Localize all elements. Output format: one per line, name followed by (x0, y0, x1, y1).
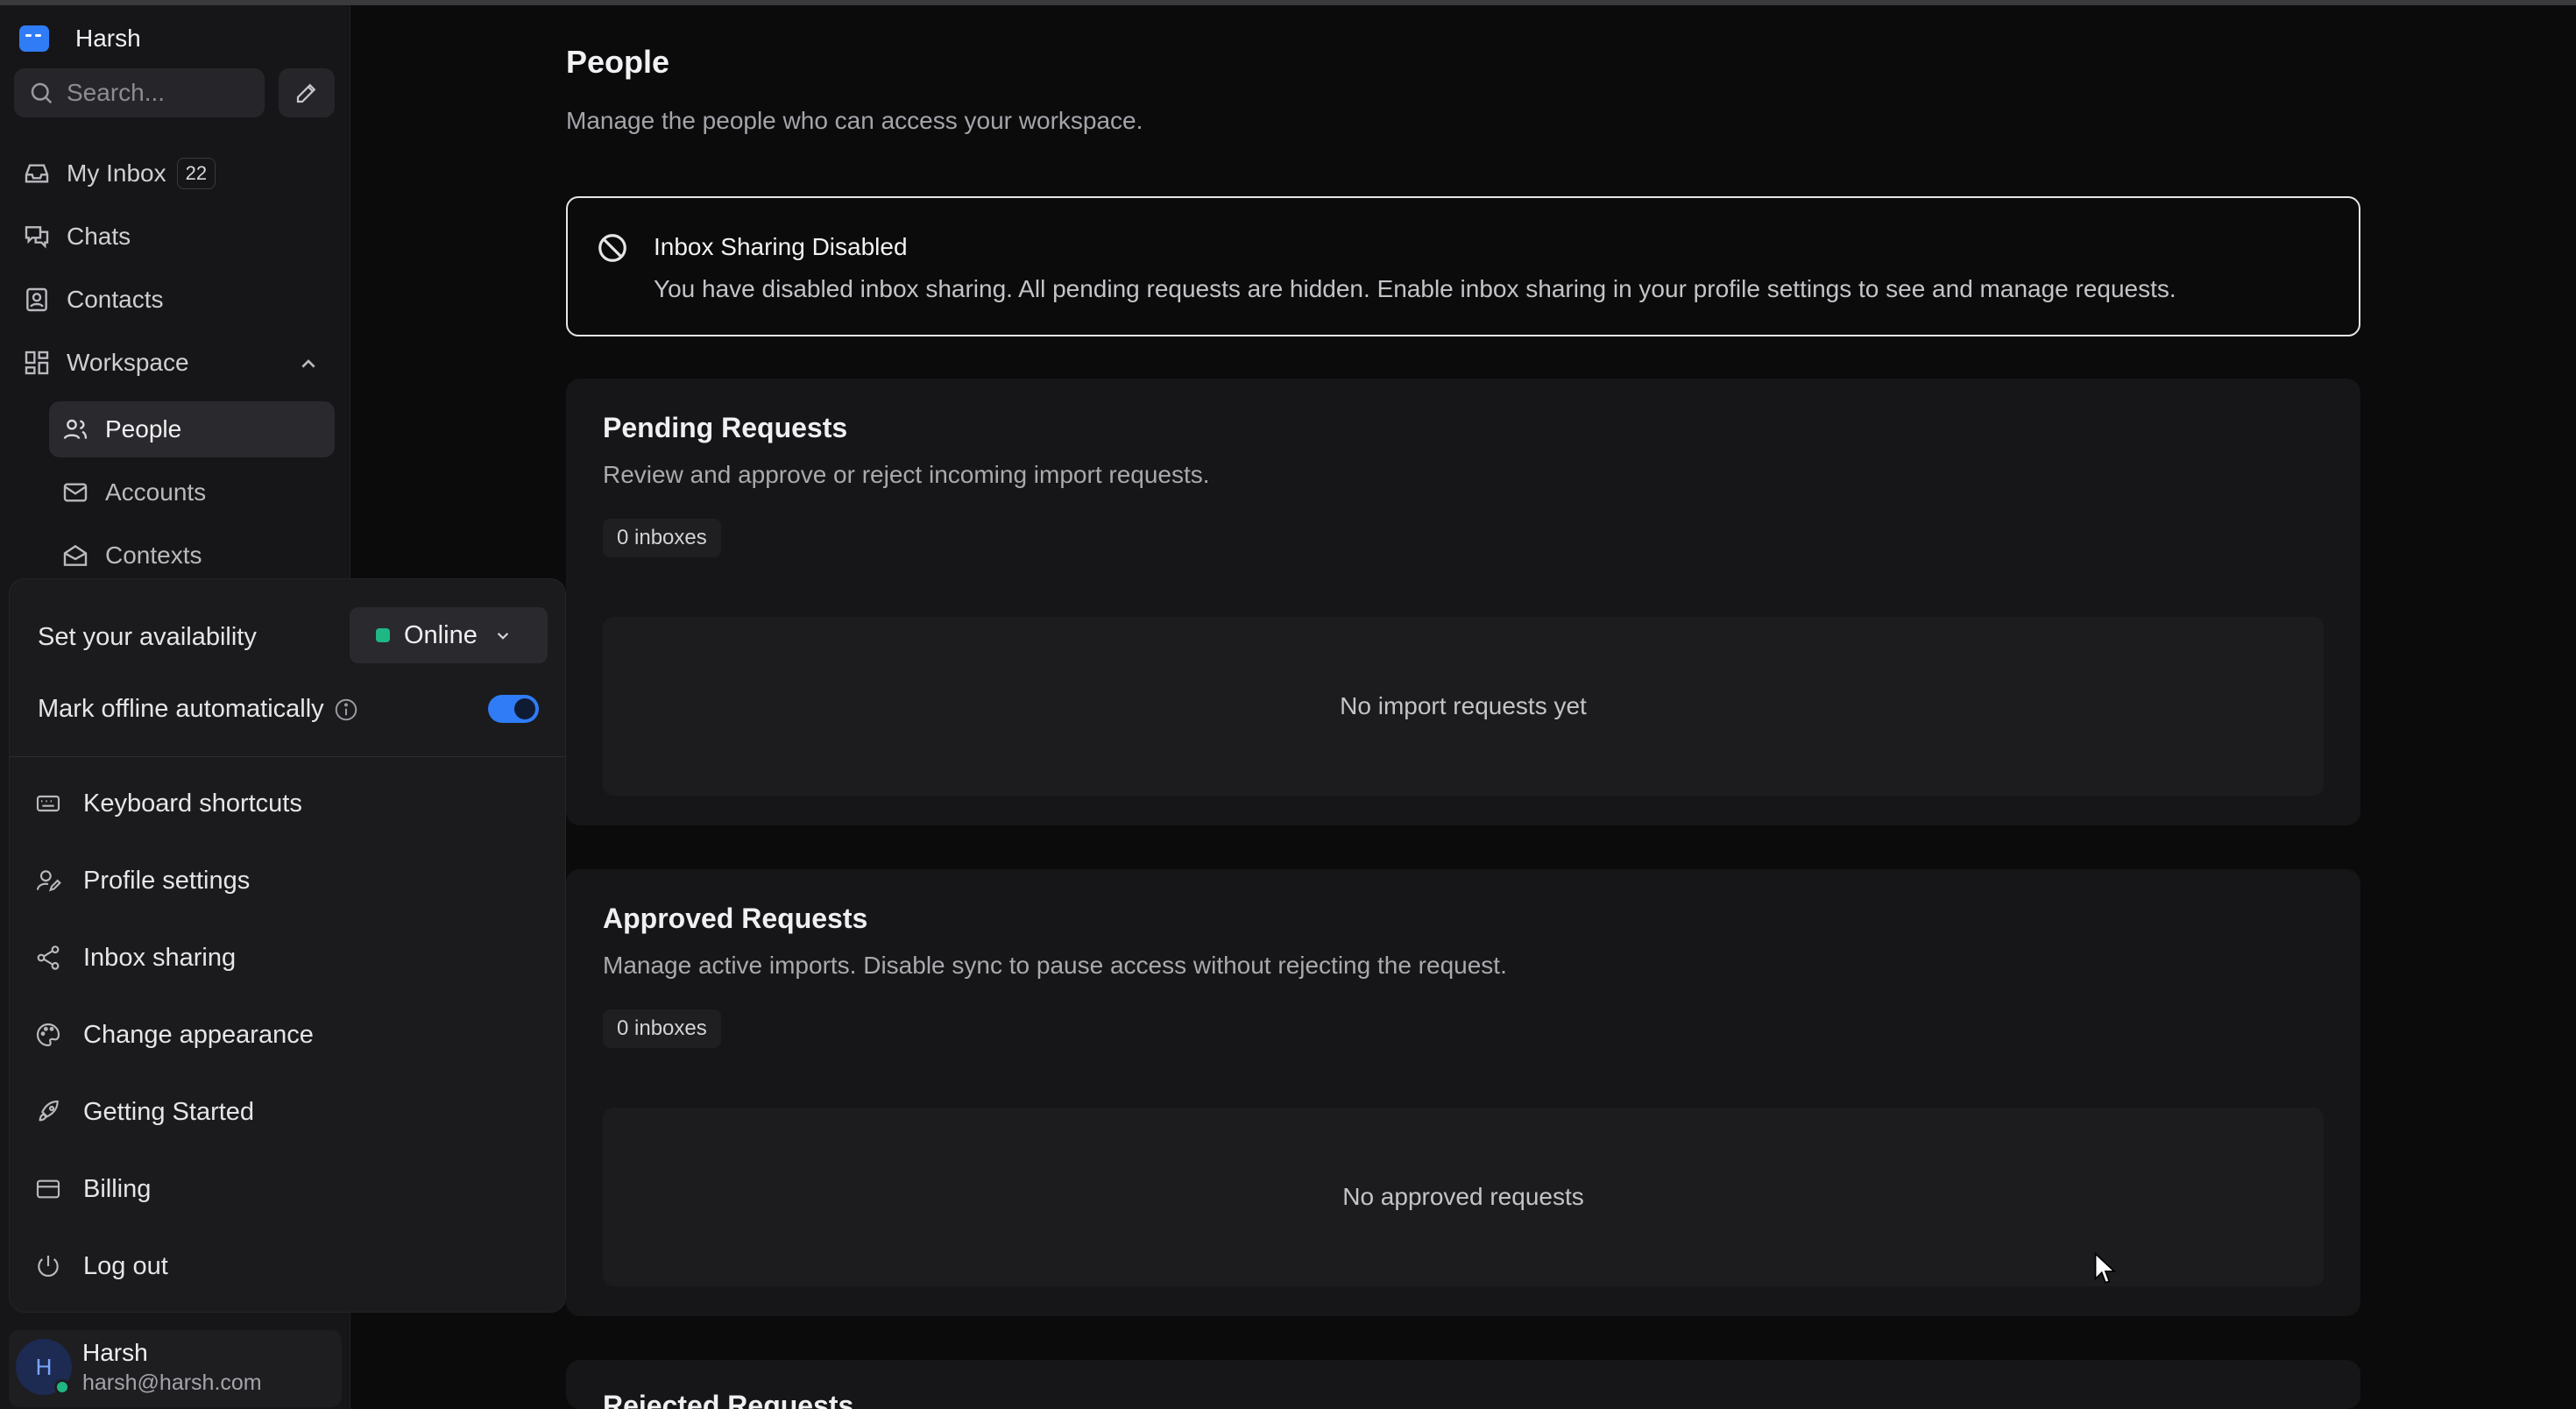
auto-offline-toggle[interactable] (488, 695, 539, 723)
app-logo-icon (19, 25, 49, 52)
power-icon (38, 1256, 59, 1278)
chevron-up-icon[interactable] (294, 350, 322, 379)
menu-change-appearance[interactable]: Change appearance (34, 1007, 542, 1063)
nav-label: My Inbox (67, 159, 166, 187)
nav-label: Workspace (67, 349, 189, 376)
user-menu-popup: Set your availability Online Mark offlin… (9, 578, 566, 1313)
nav-workspace[interactable]: Workspace (14, 336, 335, 389)
approved-requests-card: Approved Requests Manage active imports.… (566, 869, 2360, 1316)
window-top-border (0, 0, 2576, 5)
info-icon[interactable] (333, 697, 359, 723)
people-icon (63, 419, 88, 440)
online-status-dot (54, 1379, 70, 1395)
nav-label: Chats (67, 223, 131, 250)
compose-button[interactable] (279, 68, 335, 117)
mouse-cursor-icon (2094, 1251, 2117, 1284)
inbox-sharing-alert: Inbox Sharing Disabled You have disabled… (566, 196, 2360, 336)
nav-chats[interactable]: Chats (14, 210, 335, 263)
contacts-icon (26, 287, 47, 312)
pending-requests-card: Pending Requests Review and approve or r… (566, 379, 2360, 825)
credit-card-icon (36, 1179, 60, 1199)
workspace-item-label: Accounts (105, 478, 207, 506)
palette-icon (36, 1023, 60, 1047)
page-subtitle: Manage the people who can access your wo… (566, 107, 1143, 134)
grid-icon (25, 350, 49, 375)
keyboard-icon (36, 795, 60, 812)
workspace-brand[interactable]: Harsh (19, 18, 141, 60)
rocket-icon (39, 1100, 59, 1122)
alert-text: You have disabled inbox sharing. All pen… (654, 275, 2176, 302)
page-title: People (566, 44, 670, 80)
auto-offline-label: Mark offline automatically (38, 695, 324, 723)
menu-keyboard-shortcuts[interactable]: Keyboard shortcuts (34, 775, 542, 832)
workspace-item-contexts[interactable]: Contexts (49, 527, 335, 584)
workspace-item-label: People (105, 415, 182, 443)
empty-state: No import requests yet (603, 617, 2324, 796)
menu-billing[interactable]: Billing (34, 1161, 542, 1217)
chevron-down-icon (497, 633, 509, 640)
inbox-count-chip: 0 inboxes (603, 1009, 721, 1048)
user-profile-button[interactable]: H Harsh harsh@harsh.com (9, 1330, 342, 1407)
workspace-name: Harsh (75, 25, 141, 52)
inbox-count-badge: 22 (176, 158, 216, 189)
share-icon (37, 945, 60, 970)
availability-label: Set your availability (38, 623, 257, 651)
nav-label: Contacts (67, 286, 164, 313)
pencil-icon (296, 83, 316, 103)
menu-profile-settings[interactable]: Profile settings (34, 853, 542, 909)
menu-inbox-sharing[interactable]: Inbox sharing (34, 930, 542, 986)
menu-item-label: Getting Started (83, 1097, 255, 1126)
card-title: Rejected Requests (603, 1390, 854, 1409)
availability-value: Online (404, 620, 478, 649)
search-box[interactable] (14, 68, 265, 117)
menu-item-label: Billing (83, 1174, 152, 1203)
alert-title: Inbox Sharing Disabled (654, 233, 908, 260)
nav-my-inbox[interactable]: My Inbox 22 (14, 147, 335, 200)
menu-log-out[interactable]: Log out (34, 1238, 542, 1294)
user-edit-icon (36, 870, 61, 892)
search-input[interactable] (67, 79, 251, 107)
menu-divider (10, 756, 565, 757)
menu-item-label: Change appearance (83, 1020, 314, 1049)
auto-offline-row: Mark offline automatically (38, 695, 359, 724)
inbox-count-chip: 0 inboxes (603, 519, 721, 557)
user-email: harsh@harsh.com (82, 1370, 262, 1395)
menu-item-label: Log out (83, 1251, 168, 1280)
inbox-icon (25, 164, 49, 183)
menu-item-label: Keyboard shortcuts (83, 789, 302, 818)
blocked-icon (598, 234, 626, 262)
menu-item-label: Profile settings (83, 866, 251, 895)
workspace-item-accounts[interactable]: Accounts (49, 464, 335, 520)
workspace-item-people[interactable]: People (49, 401, 335, 457)
workspace-item-label: Contexts (105, 542, 202, 569)
rejected-requests-card: Rejected Requests (566, 1360, 2360, 1409)
availability-dropdown[interactable]: Online (350, 607, 548, 663)
mail-icon (63, 483, 88, 502)
card-title: Pending Requests (603, 412, 848, 443)
chats-icon (25, 226, 49, 249)
nav-contacts[interactable]: Contacts (14, 273, 335, 326)
card-title: Approved Requests (603, 903, 868, 934)
menu-item-label: Inbox sharing (83, 943, 237, 972)
search-icon (31, 82, 53, 104)
menu-getting-started[interactable]: Getting Started (34, 1084, 542, 1140)
empty-state: No approved requests (603, 1108, 2324, 1286)
online-status-icon (376, 628, 390, 642)
mail-open-icon (63, 544, 88, 566)
user-name: Harsh (82, 1339, 148, 1366)
card-description: Manage active imports. Disable sync to p… (603, 952, 1507, 979)
card-description: Review and approve or reject incoming im… (603, 461, 1210, 488)
